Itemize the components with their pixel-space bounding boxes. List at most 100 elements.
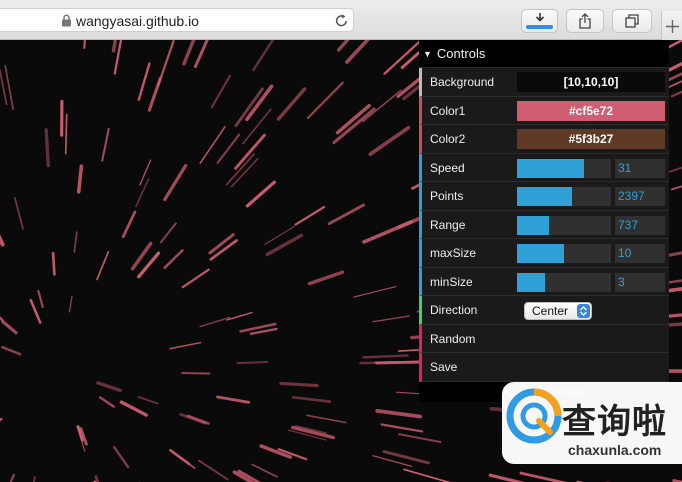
points-label: Points <box>430 189 464 203</box>
particle-streak <box>169 448 191 466</box>
maxsize-slider[interactable] <box>517 244 611 263</box>
particle-streak <box>96 381 122 393</box>
particle-streak <box>137 396 159 405</box>
tabs-overview-button[interactable] <box>612 9 652 33</box>
particle-streak <box>121 210 137 239</box>
save-button[interactable]: Save <box>419 353 669 382</box>
download-button[interactable] <box>521 9 558 33</box>
browser-toolbar: wangyasai.github.io <box>0 0 682 40</box>
points-input[interactable]: 2397 <box>615 187 665 206</box>
particle-streak <box>230 157 259 188</box>
particle-streak <box>216 395 251 404</box>
speed-row: Speed 31 <box>419 153 669 182</box>
particle-streak <box>307 270 345 286</box>
download-icon <box>535 12 544 22</box>
color2-label: Color2 <box>430 132 466 146</box>
particle-streak <box>519 471 568 482</box>
particle-streak <box>44 128 50 168</box>
maxsize-input[interactable]: 10 <box>615 244 665 263</box>
speed-slider[interactable] <box>517 158 611 178</box>
share-button[interactable] <box>566 9 604 33</box>
controls-title: Controls <box>436 46 486 61</box>
particle-streak <box>139 159 152 186</box>
particle-streak <box>403 468 451 482</box>
new-tab-button[interactable] <box>661 11 682 40</box>
particle-streak <box>156 40 175 87</box>
particle-streak <box>64 113 68 155</box>
points-slider[interactable] <box>517 187 611 206</box>
points-slider-fill <box>517 187 573 206</box>
minsize-input[interactable]: 3 <box>615 272 665 292</box>
minsize-label: minSize <box>430 274 473 289</box>
particle-streak <box>671 185 682 191</box>
particle-streak <box>332 107 376 145</box>
particle-streak <box>236 361 269 365</box>
particle-streak <box>294 206 326 226</box>
particle-streak <box>13 196 24 230</box>
color1-field[interactable]: #cf5e72 <box>517 100 665 121</box>
particle-streak <box>0 316 4 321</box>
particle-streak <box>225 153 255 186</box>
particle-streak <box>181 268 210 289</box>
particle-streak <box>112 445 130 469</box>
background-color-field[interactable]: [10,10,10] <box>517 72 665 92</box>
particle-streak <box>345 40 370 64</box>
random-button[interactable]: Random <box>419 324 669 353</box>
particle-streak <box>163 163 188 202</box>
particle-streak <box>137 62 151 101</box>
particle-streak <box>251 463 278 478</box>
particle-streak <box>242 108 272 145</box>
speed-input[interactable]: 31 <box>615 158 665 178</box>
particle-streak <box>306 414 347 424</box>
direction-row: Direction Center <box>419 296 669 325</box>
particle-streak <box>199 316 231 328</box>
download-progress-bar <box>526 25 553 29</box>
particle-streak <box>29 298 42 324</box>
controls-header[interactable]: ▼ Controls <box>419 40 669 68</box>
particle-streak <box>37 290 44 308</box>
range-slider[interactable] <box>517 215 611 235</box>
particle-streak <box>73 231 78 253</box>
particle-streak <box>181 371 211 375</box>
minsize-slider[interactable] <box>517 272 611 292</box>
particle-streak <box>33 476 36 482</box>
watermark-chinese-text: 查询啦 <box>562 402 667 442</box>
particle-streak <box>179 412 206 425</box>
particle-streak <box>216 133 241 164</box>
particle-streak <box>76 164 84 194</box>
range-slider-fill <box>517 215 549 235</box>
controls-panel: ▼ Controls Background [10,10,10] Color1 #… <box>419 40 669 402</box>
particle-streak <box>249 327 278 335</box>
save-label: Save <box>430 360 458 374</box>
maxsize-slider-fill <box>517 244 564 263</box>
particle-streak <box>94 475 100 482</box>
particle-streak <box>0 234 5 247</box>
color1-row: Color1 #cf5e72 <box>419 96 669 125</box>
particle-streak <box>265 233 304 257</box>
particle-streak <box>163 249 184 270</box>
particle-streak <box>276 87 307 121</box>
points-row: Points 2397 <box>419 182 669 211</box>
particle-streak <box>159 222 177 244</box>
range-input[interactable]: 737 <box>615 215 665 235</box>
color2-field[interactable]: #5f3b27 <box>517 129 665 149</box>
minsize-slider-fill <box>517 272 546 292</box>
reload-icon[interactable] <box>334 13 349 28</box>
particle-streak <box>372 315 410 323</box>
particle-streak <box>291 395 332 403</box>
range-row: Range 737 <box>419 210 669 239</box>
particle-streak <box>234 133 266 170</box>
particle-streak <box>0 417 3 422</box>
url-text: wangyasai.github.io <box>76 13 199 29</box>
speed-label: Speed <box>430 160 465 175</box>
particle-streak <box>9 473 15 482</box>
collapse-triangle-icon: ▼ <box>423 49 432 59</box>
minsize-row: minSize 3 <box>419 267 669 296</box>
particle-streak <box>210 74 231 109</box>
color2-row: Color2 #5f3b27 <box>419 125 669 154</box>
particle-streak <box>368 125 411 157</box>
maxsize-row: maxSize 10 <box>419 239 669 268</box>
direction-select[interactable]: Center <box>524 302 592 320</box>
address-bar[interactable]: wangyasai.github.io <box>0 8 354 32</box>
particle-streak <box>375 360 423 365</box>
